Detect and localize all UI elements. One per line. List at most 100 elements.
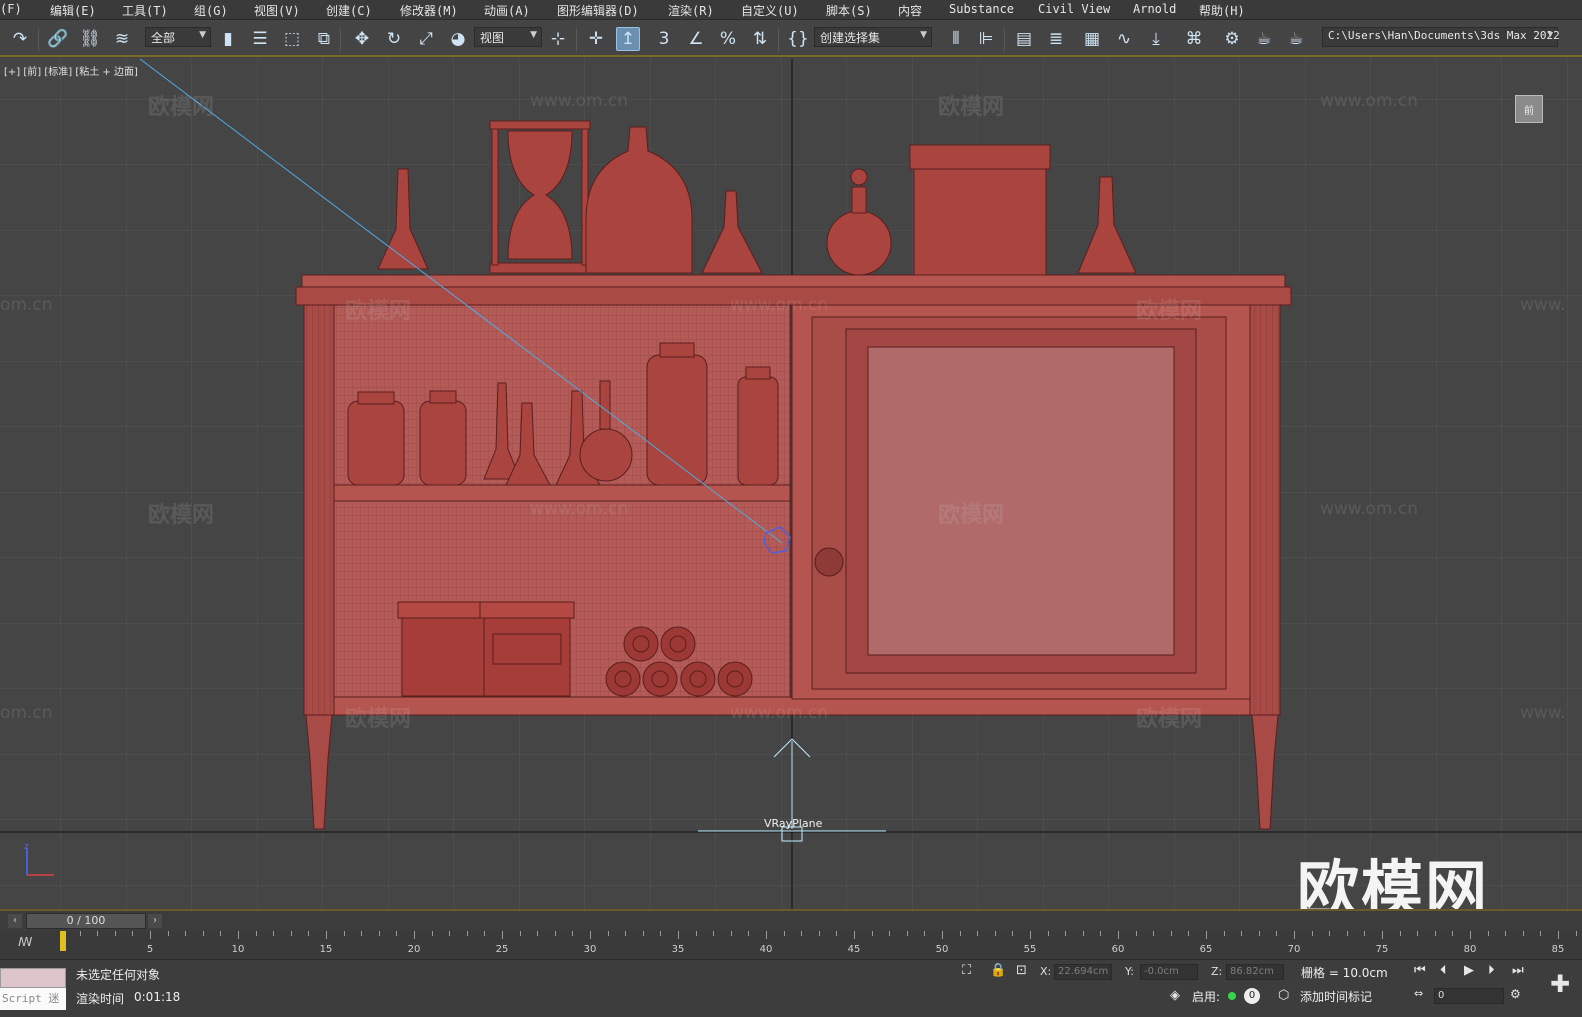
time-config-icon[interactable]: ⚙ bbox=[1510, 987, 1521, 1001]
bind-space-warp-icon[interactable]: ≋ bbox=[110, 27, 134, 51]
isolate-selection-icon[interactable]: ⛶ bbox=[962, 963, 971, 978]
scene-explorer-icon[interactable]: ▤ bbox=[1012, 27, 1036, 51]
keyboard-shortcut-override-icon[interactable]: ↥ bbox=[616, 27, 640, 51]
menu-scripting[interactable]: 脚本(S) bbox=[826, 2, 872, 19]
named-selection-set-dropdown[interactable]: 创建选择集 ▼ bbox=[814, 27, 932, 47]
pivot-center-icon[interactable]: ⊹ bbox=[546, 27, 570, 51]
frame-tick bbox=[326, 931, 327, 939]
viewport-navigation-icon[interactable]: ✚ bbox=[1550, 970, 1570, 998]
viewport-scene: z bbox=[0, 59, 1582, 909]
maxscript-output[interactable] bbox=[0, 968, 66, 988]
previous-frame-icon[interactable]: ⏴ bbox=[1440, 963, 1447, 978]
next-frame-icon[interactable]: ⏵ bbox=[1488, 963, 1495, 978]
play-icon[interactable]: ▶ bbox=[1464, 963, 1474, 978]
curve-editor-mini-icon[interactable]: ꟿ bbox=[18, 935, 32, 949]
curve-editor-icon[interactable]: ∿ bbox=[1112, 27, 1136, 51]
unlink-icon[interactable]: ⛓ bbox=[78, 27, 102, 51]
prev-frame-arrow-icon[interactable]: ‹ bbox=[8, 914, 22, 928]
menu-edit[interactable]: 编辑(E) bbox=[50, 2, 96, 19]
mirror-icon[interactable]: ⫴ bbox=[944, 27, 968, 51]
menu-animation[interactable]: 动画(A) bbox=[484, 2, 530, 19]
frame-tick bbox=[97, 931, 99, 936]
frame-tick bbox=[396, 931, 398, 936]
watermark: 欧模网 bbox=[345, 707, 412, 732]
menu-modifiers[interactable]: 修改器(M) bbox=[400, 2, 458, 19]
menu-create[interactable]: 创建(C) bbox=[326, 2, 372, 19]
next-frame-arrow-icon[interactable]: › bbox=[148, 914, 162, 928]
link-icon[interactable]: 🔗 bbox=[46, 27, 70, 51]
z-coord-field[interactable]: 86.82cm bbox=[1226, 964, 1284, 980]
status-bar: Script 迷 未选定任何对象 渲染时间 0:01:18 ⛶ 🔒 ⊡ X: 2… bbox=[0, 959, 1582, 1017]
scale-icon[interactable]: ⤢ bbox=[414, 27, 438, 51]
time-tag-icon[interactable]: ⬡ bbox=[1278, 988, 1289, 1003]
absolute-mode-icon[interactable]: ⊡ bbox=[1016, 963, 1027, 978]
enable-counter[interactable]: 0 bbox=[1244, 988, 1260, 1004]
menu-customize[interactable]: 自定义(U) bbox=[741, 2, 799, 19]
frame-tick bbox=[1417, 931, 1419, 936]
align-icon[interactable]: ⊫ bbox=[974, 27, 998, 51]
menu-content[interactable]: 内容 bbox=[898, 2, 922, 19]
selection-filter-dropdown[interactable]: 全部 ▼ bbox=[145, 27, 211, 47]
select-manipulate-icon[interactable]: ✛ bbox=[584, 27, 608, 51]
edit-named-selection-icon[interactable]: {} bbox=[786, 27, 810, 51]
frame-tick-label: 60 bbox=[1111, 944, 1125, 955]
menu-group[interactable]: 组(G) bbox=[194, 2, 228, 19]
current-frame-field[interactable]: 0 bbox=[1434, 988, 1504, 1004]
rotate-icon[interactable]: ↻ bbox=[382, 27, 406, 51]
frame-ruler[interactable]: 5 10 15 20 25 30 35 40 45 50 55 60 65 70 75 80 85 bbox=[60, 931, 1582, 959]
render-setup-icon[interactable]: ⚙ bbox=[1220, 27, 1244, 51]
main-toolbar: ↷ 🔗 ⛓ ≋ 全部 ▼ ▮ ☰ ⬚ ⧉ ✥ ↻ ⤢ ◕ 视图 ▼ ⊹ ✛ ↥ 3 … bbox=[0, 21, 1582, 57]
time-slider-thumb[interactable]: 0 / 100 bbox=[26, 913, 146, 929]
menu-rendering[interactable]: 渲染(R) bbox=[668, 2, 714, 19]
percent-snap-icon[interactable]: % bbox=[716, 27, 740, 51]
reference-coord-dropdown[interactable]: 视图 ▼ bbox=[474, 27, 542, 47]
snaps-toggle-icon[interactable]: 3 bbox=[652, 27, 676, 51]
x-coord-field[interactable]: 22.694cm bbox=[1054, 964, 1112, 980]
project-folder-dropdown[interactable]: C:\Users\Han\Documents\3ds Max 2022 ▼ bbox=[1322, 27, 1560, 47]
y-coord-field[interactable]: -0.0cm bbox=[1140, 964, 1198, 980]
frame-tick-label: 50 bbox=[935, 944, 949, 955]
maxscript-listener[interactable]: Script 迷 bbox=[0, 968, 66, 1012]
frame-tick bbox=[1311, 931, 1313, 936]
select-object-icon[interactable]: ▮ bbox=[216, 27, 240, 51]
redo-icon[interactable]: ↷ bbox=[8, 27, 32, 51]
window-crossing-icon[interactable]: ⧉ bbox=[312, 27, 336, 51]
front-viewport[interactable]: z 欧模网 www.om.cn 欧模网 www.om.cn om.cn 欧模网 … bbox=[0, 59, 1582, 909]
menu-civil-view[interactable]: Civil View bbox=[1038, 2, 1110, 16]
viewcube-icon[interactable]: 前 bbox=[1515, 95, 1543, 123]
select-by-name-icon[interactable]: ☰ bbox=[248, 27, 272, 51]
place-icon[interactable]: ◕ bbox=[446, 27, 470, 51]
menu-help[interactable]: 帮助(H) bbox=[1199, 2, 1245, 19]
dope-sheet-icon[interactable]: ⤓ bbox=[1144, 27, 1168, 51]
right-leg-flutes bbox=[1250, 305, 1280, 715]
frame-tick bbox=[343, 931, 345, 936]
frame-tick-label: 30 bbox=[583, 944, 597, 955]
selection-lock-icon[interactable]: 🔒 bbox=[990, 963, 1006, 978]
adaptive-degradation-icon[interactable]: ◈ bbox=[1170, 988, 1180, 1003]
menu-tools[interactable]: 工具(T) bbox=[122, 2, 168, 19]
schematic-view-icon[interactable]: ⌘ bbox=[1182, 27, 1206, 51]
go-to-end-icon[interactable]: ⏭ bbox=[1512, 963, 1524, 978]
menu-view[interactable]: 视图(V) bbox=[254, 2, 300, 19]
render-production-icon[interactable]: ☕ bbox=[1284, 27, 1308, 51]
maxscript-input[interactable]: Script 迷 bbox=[0, 988, 66, 1010]
layer-explorer-icon[interactable]: ≣ bbox=[1044, 27, 1068, 51]
toggle-ribbon-icon[interactable]: ▦ bbox=[1080, 27, 1104, 51]
move-icon[interactable]: ✥ bbox=[350, 27, 374, 51]
angle-snap-icon[interactable]: ∠ bbox=[684, 27, 708, 51]
menu-file[interactable]: (F) bbox=[0, 2, 22, 16]
go-to-start-icon[interactable]: ⏮ bbox=[1414, 963, 1426, 978]
rendered-frame-window-icon[interactable]: ☕ bbox=[1252, 27, 1276, 51]
track-bar[interactable]: ꟿ 5 10 15 20 25 30 35 40 45 50 55 60 65 70 75 80 85 bbox=[0, 931, 1582, 959]
menu-arnold[interactable]: Arnold bbox=[1133, 2, 1176, 16]
rect-selection-icon[interactable]: ⬚ bbox=[280, 27, 304, 51]
viewport-label[interactable]: [+] [前] [标准] [粘土 + 边面] bbox=[4, 63, 138, 78]
spinner-snap-icon[interactable]: ⇅ bbox=[748, 27, 772, 51]
key-mode-icon[interactable]: ⇔ bbox=[1414, 987, 1423, 1000]
menu-graph-editors[interactable]: 图形编辑器(D) bbox=[557, 2, 639, 19]
menu-substance[interactable]: Substance bbox=[949, 2, 1014, 16]
add-time-tag-button[interactable]: 添加时间标记 bbox=[1300, 988, 1372, 1005]
current-frame-marker[interactable] bbox=[60, 931, 66, 951]
time-slider[interactable]: ‹ 0 / 100 › bbox=[0, 909, 1582, 931]
frame-tick bbox=[1329, 931, 1331, 936]
